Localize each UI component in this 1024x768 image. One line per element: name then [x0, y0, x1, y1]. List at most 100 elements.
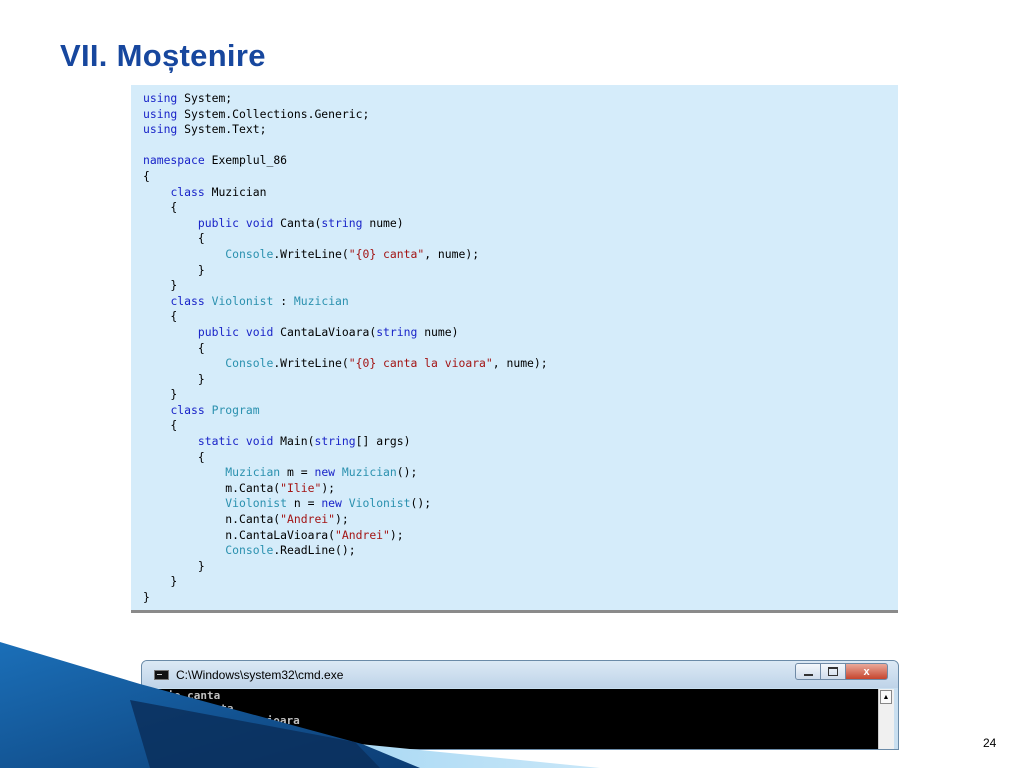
code-line: {	[143, 450, 548, 466]
code-token: Violonist	[225, 496, 288, 511]
cmd-titlebar[interactable]: C:\Windows\system32\cmd.exe x	[142, 661, 898, 688]
code-token: class	[170, 402, 205, 417]
code-token: );	[321, 480, 336, 495]
code-token: m.Canta(	[143, 480, 281, 495]
code-token: string	[321, 215, 363, 230]
code-token: Main(	[280, 434, 315, 449]
code-token: "Ilie"	[280, 480, 322, 495]
code-line: }	[143, 387, 548, 403]
minimize-icon	[803, 673, 813, 676]
code-token: Muzician	[225, 465, 281, 480]
minimize-button[interactable]	[795, 663, 821, 680]
code-token: }	[143, 278, 178, 293]
code-token: nume)	[369, 215, 404, 230]
code-token: CantaLaVioara(	[280, 324, 377, 339]
code-line: {	[143, 231, 548, 247]
code-line: Console.WriteLine("{0} canta la vioara",…	[143, 356, 548, 372]
code-token: namespace	[143, 153, 205, 168]
code-line: class Muzician	[143, 185, 548, 201]
console-line: Andrei canta la vioara	[154, 714, 300, 727]
code-token: m =	[287, 465, 308, 480]
code-token: .ReadLine();	[273, 543, 356, 558]
code-token: }	[143, 387, 178, 402]
code-line: }	[143, 278, 548, 294]
code-line: {	[143, 341, 548, 357]
maximize-icon	[828, 667, 838, 676]
code-token: using	[143, 106, 178, 121]
code-token: }	[143, 262, 205, 277]
code-token: n =	[293, 496, 315, 511]
slide-title: VII. Moștenire	[60, 38, 266, 73]
scroll-up-button[interactable]: ▲	[880, 690, 892, 704]
code-token: [] args)	[355, 434, 411, 449]
code-token: "Andrei"	[335, 527, 390, 542]
code-line: using System.Collections.Generic;	[143, 107, 548, 123]
code-token: Muzician	[211, 184, 267, 199]
cmd-window: C:\Windows\system32\cmd.exe x Ilie canta…	[141, 660, 899, 750]
code-line: {	[143, 200, 548, 216]
code-token: Violonist	[211, 293, 274, 308]
page-number: 24	[983, 736, 997, 750]
close-icon: x	[863, 665, 870, 678]
code-token: n.CantaLaVioara(	[143, 527, 336, 542]
code-line: }	[143, 263, 548, 279]
console-scrollbar[interactable]: ▲ ▼	[878, 689, 894, 749]
code-token: Canta(	[280, 215, 322, 230]
code-token: using	[143, 122, 178, 137]
code-token: "Andrei"	[280, 512, 336, 527]
code-line: }	[143, 559, 548, 575]
code-token: {	[143, 231, 205, 246]
code-token: System;	[184, 91, 233, 105]
code-line: m.Canta("Ilie");	[143, 481, 548, 497]
code-token: new	[321, 496, 342, 511]
code-line: n.Canta("Andrei");	[143, 512, 548, 528]
code-token: , nume);	[424, 246, 480, 261]
code-token: }	[143, 371, 205, 386]
code-token: "{0} canta la vioara"	[348, 356, 493, 371]
code-token: .WriteLine(	[273, 246, 349, 261]
code-token: }	[143, 574, 178, 589]
code-token: }	[143, 558, 205, 573]
code-token: }	[143, 590, 150, 604]
code-token: string	[376, 324, 418, 339]
code-token: .WriteLine(	[273, 356, 349, 371]
code-line: using System;	[143, 91, 548, 107]
scroll-up-icon: ▲	[882, 693, 890, 701]
code-line: public void Canta(string nume)	[143, 216, 548, 232]
code-line: {	[143, 169, 548, 185]
code-token: ();	[410, 496, 432, 511]
code-token: System.Text;	[184, 122, 267, 137]
code-line: Muzician m = new Muzician();	[143, 465, 548, 481]
window-controls: x	[795, 663, 888, 680]
code-token: Muzician	[341, 465, 397, 480]
code-token: Muzician	[293, 293, 349, 308]
code-token: {	[143, 418, 178, 433]
console-output-area[interactable]: Ilie canta Andrei canta Andrei canta la vi…	[150, 689, 878, 749]
code-line: }	[143, 590, 548, 606]
code-token: {	[143, 309, 178, 324]
code-token: , nume);	[492, 356, 548, 371]
code-token: class	[170, 293, 205, 308]
code-line: Console.ReadLine();	[143, 543, 548, 559]
code-token: {	[143, 340, 205, 355]
code-token: {	[143, 168, 150, 183]
console-output: Ilie canta Andrei canta Andrei canta la vi…	[154, 689, 300, 728]
code-line: class Program	[143, 403, 548, 419]
code-listing-panel: using System; using System.Collections.Ge…	[131, 85, 898, 613]
code-line: n.CantaLaVioara("Andrei");	[143, 528, 548, 544]
code-token: Console	[225, 356, 274, 371]
code-token: public void	[197, 324, 274, 339]
close-button[interactable]: x	[845, 663, 888, 680]
code-line: namespace Exemplul_86	[143, 153, 548, 169]
console-line: Ilie canta	[154, 689, 221, 702]
maximize-button[interactable]	[820, 663, 846, 680]
code-listing: using System; using System.Collections.Ge…	[143, 91, 548, 606]
